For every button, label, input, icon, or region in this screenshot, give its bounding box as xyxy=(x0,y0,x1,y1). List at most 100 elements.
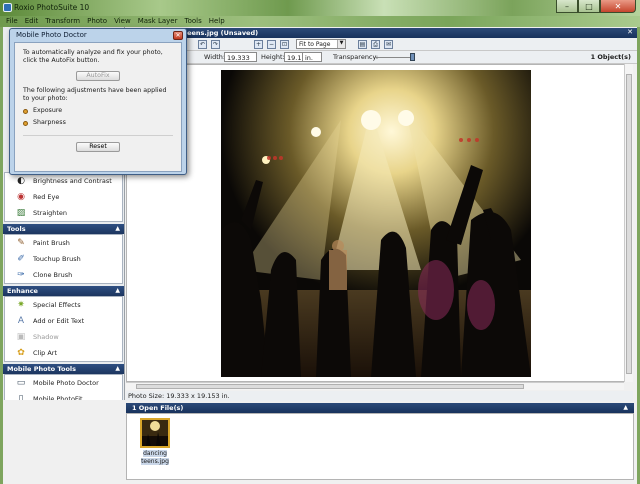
tool-mobile-photo-doctor[interactable]: ▭ Mobile Photo Doctor xyxy=(5,375,122,391)
window-titlebar: Roxio PhotoSuite 10 – □ ✕ xyxy=(0,0,640,16)
menu-photo[interactable]: Photo xyxy=(87,16,112,27)
vertical-scrollbar[interactable] xyxy=(624,64,633,382)
undo-icon[interactable]: ↶ xyxy=(198,40,207,49)
touchup-brush-icon: ✐ xyxy=(17,254,25,264)
dialog-close-button[interactable]: ✕ xyxy=(173,31,183,40)
photo-size-status: Photo Size: 19.333 x 19.153 in. xyxy=(126,391,633,401)
close-window-button[interactable]: ✕ xyxy=(600,0,636,13)
transparency-slider-track[interactable] xyxy=(374,57,414,58)
tool-special-effects[interactable]: ✷ Special Effects xyxy=(5,297,122,313)
width-field[interactable]: 19.333 xyxy=(224,52,257,62)
tool-label: Touchup Brush xyxy=(33,255,81,263)
menu-tools[interactable]: Tools xyxy=(184,16,206,27)
file-name[interactable]: dancing teens.jpg xyxy=(133,450,177,465)
tool-add-edit-text[interactable]: A Add or Edit Text xyxy=(5,313,122,329)
file-thumbnail[interactable] xyxy=(140,418,170,448)
tool-label: Add or Edit Text xyxy=(33,317,85,325)
document-title: teens.jpg (Unsaved) xyxy=(184,29,259,37)
tool-paint-brush[interactable]: ✎ Paint Brush xyxy=(5,235,122,251)
paint-brush-icon: ✎ xyxy=(17,238,25,248)
section-title: Mobile Photo Tools xyxy=(7,365,77,373)
tool-label: Paint Brush xyxy=(33,239,70,247)
horizontal-scroll-thumb[interactable] xyxy=(136,384,524,389)
width-label: Width: xyxy=(204,53,226,61)
open-files-panel: dancing teens.jpg xyxy=(126,413,634,480)
transparency-label: Transparency: xyxy=(333,53,379,61)
collapse-icon[interactable]: ▲ xyxy=(115,225,120,232)
maximize-button[interactable]: □ xyxy=(578,0,600,13)
collapse-icon[interactable]: ▲ xyxy=(115,287,120,294)
open-files-header[interactable]: 1 Open File(s) ▲ xyxy=(126,403,634,413)
email-icon[interactable]: ✉ xyxy=(384,40,393,49)
collapse-icon[interactable]: ▲ xyxy=(623,404,628,411)
tools-section: ✎ Paint Brush ✐ Touchup Brush ✑ Clone Br… xyxy=(4,234,123,284)
tool-brightness-contrast[interactable]: ◐ Brightness and Contrast xyxy=(5,173,122,189)
mobile-doctor-icon: ▭ xyxy=(16,378,26,388)
menu-help[interactable]: Help xyxy=(209,16,230,27)
shadow-icon: ▣ xyxy=(16,332,26,342)
view-toolbar: ↶ ↷ + − ⊡ Fit to Page ▼ ▤ ⎙ ✉ xyxy=(126,38,637,51)
zoom-out-icon[interactable]: − xyxy=(267,40,276,49)
photo-image[interactable] xyxy=(221,70,531,377)
menu-view[interactable]: View xyxy=(114,16,136,27)
section-title: Tools xyxy=(7,225,26,233)
menu-file[interactable]: File xyxy=(6,16,23,27)
vertical-scroll-thumb[interactable] xyxy=(626,74,632,374)
reset-button[interactable]: Reset xyxy=(76,142,120,152)
clone-brush-icon: ✑ xyxy=(17,270,25,280)
thumbnail-image xyxy=(142,420,168,446)
chevron-down-icon[interactable]: ▼ xyxy=(337,40,345,48)
tool-touchup-brush[interactable]: ✐ Touchup Brush xyxy=(5,251,122,267)
menu-edit[interactable]: Edit xyxy=(25,16,44,27)
unit-select[interactable]: in. xyxy=(302,52,322,62)
straighten-icon: ▨ xyxy=(16,208,26,218)
document-tab[interactable]: teens.jpg (Unsaved) ✕ xyxy=(126,28,637,38)
tool-clone-brush[interactable]: ✑ Clone Brush xyxy=(5,267,122,283)
clip-art-icon: ✿ xyxy=(17,348,25,358)
mobile-section-header[interactable]: Mobile Photo Tools ▲ xyxy=(3,364,124,374)
file-name-line2: teens.jpg xyxy=(141,457,169,465)
text-icon: A xyxy=(17,316,25,326)
adjustment-label: Sharpness xyxy=(33,119,66,126)
tool-label: Shadow xyxy=(33,333,59,341)
special-effects-icon: ✷ xyxy=(17,300,25,310)
tool-clip-art[interactable]: ✿ Clip Art xyxy=(5,345,122,361)
fit-select[interactable]: Fit to Page ▼ xyxy=(296,39,346,49)
adjustment-item: Sharpness xyxy=(23,119,173,127)
collapse-icon[interactable]: ▲ xyxy=(115,365,120,372)
tools-section-header[interactable]: Tools ▲ xyxy=(3,224,124,234)
file-name-line1: dancing xyxy=(143,450,167,457)
horizontal-scrollbar[interactable] xyxy=(126,382,624,390)
menu-mask-layer[interactable]: Mask Layer xyxy=(138,16,183,27)
zoom-fit-icon[interactable]: ⊡ xyxy=(280,40,289,49)
minimize-button[interactable]: – xyxy=(556,0,578,13)
close-document-icon[interactable]: ✕ xyxy=(627,28,633,36)
object-toolbar: Width: 19.333 Height: 19.153 in. Transpa… xyxy=(126,51,637,64)
fit-select-value: Fit to Page xyxy=(299,41,331,48)
dialog-divider xyxy=(23,135,173,136)
autofix-button[interactable]: AutoFix xyxy=(76,71,120,81)
transparency-slider-thumb[interactable] xyxy=(410,53,415,61)
print-icon[interactable]: ⎙ xyxy=(371,40,380,49)
tool-straighten[interactable]: ▨ Straighten xyxy=(5,205,122,221)
menu-transform[interactable]: Transform xyxy=(45,16,85,27)
bullet-icon xyxy=(23,120,28,126)
left-panel-bottom xyxy=(3,400,125,480)
tool-label: Straighten xyxy=(33,209,68,217)
save-icon[interactable]: ▤ xyxy=(358,40,367,49)
adjustment-label: Exposure xyxy=(33,107,63,114)
tool-shadow: ▣ Shadow xyxy=(5,329,122,345)
redo-icon[interactable]: ↷ xyxy=(211,40,220,49)
tool-red-eye[interactable]: ◉ Red Eye xyxy=(5,189,122,205)
window-controls: – □ ✕ xyxy=(556,0,636,13)
mobile-photo-doctor-dialog: Mobile Photo Doctor ✕ To automatically a… xyxy=(9,28,187,175)
section-title: Enhance xyxy=(7,287,38,295)
menu-bar: File Edit Transform Photo View Mask Laye… xyxy=(0,16,640,27)
open-files-title: 1 Open File(s) xyxy=(132,404,184,412)
dialog-title: Mobile Photo Doctor xyxy=(16,31,87,39)
eye-icon: ◉ xyxy=(17,192,25,202)
adjustment-item: Exposure xyxy=(23,107,173,115)
zoom-in-icon[interactable]: + xyxy=(254,40,263,49)
dialog-body: To automatically analyze and fix your ph… xyxy=(14,42,182,172)
enhance-section-header[interactable]: Enhance ▲ xyxy=(3,286,124,296)
